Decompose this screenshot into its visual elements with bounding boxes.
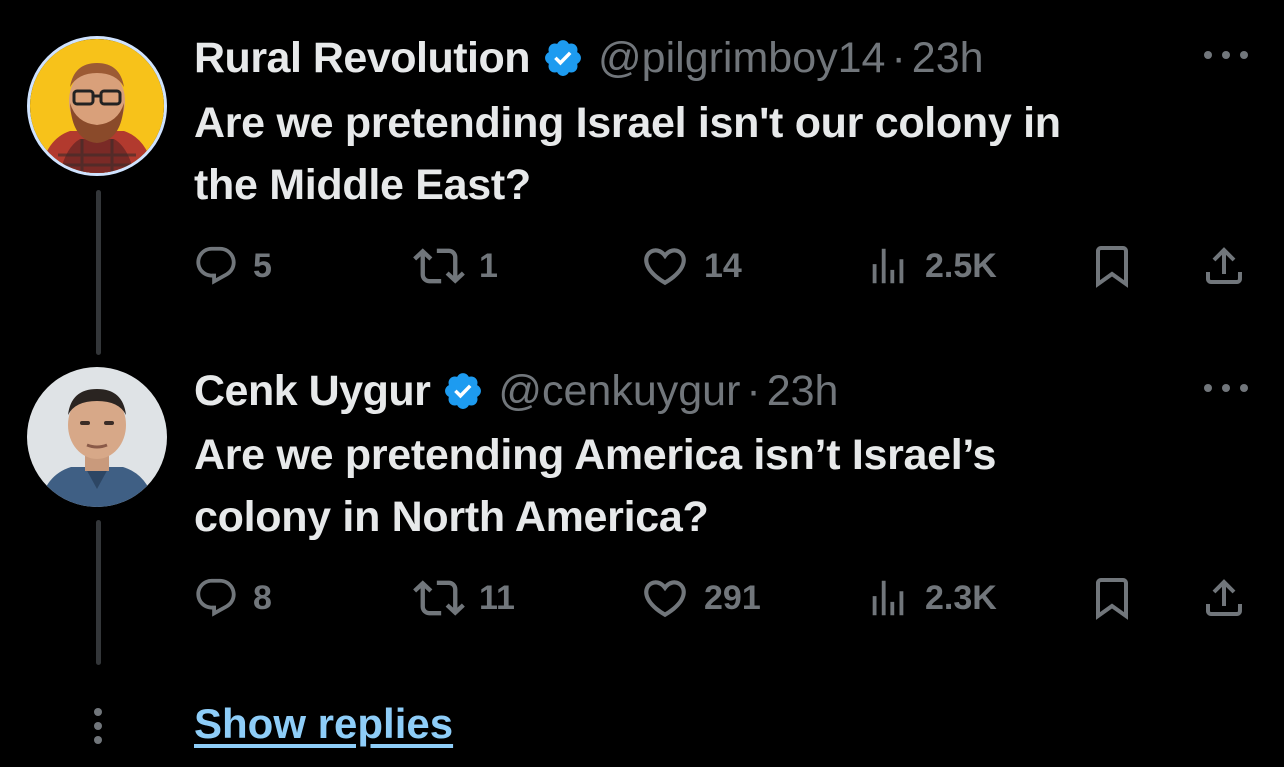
like-button[interactable]: 14: [640, 236, 742, 296]
avatar[interactable]: [27, 367, 167, 507]
separator-dot: ·: [746, 367, 761, 415]
like-button[interactable]: 291: [640, 568, 761, 628]
like-count: 14: [704, 246, 742, 285]
views-count: 2.5K: [925, 246, 997, 285]
verified-badge-icon: [442, 370, 484, 412]
bookmark-icon: [1096, 246, 1128, 288]
retweet-button[interactable]: 11: [413, 568, 515, 628]
show-replies-link[interactable]: Show replies: [194, 700, 453, 748]
author-name[interactable]: Cenk Uygur: [194, 363, 431, 419]
views-button[interactable]: 2.5K: [865, 236, 997, 296]
share-icon: [1206, 579, 1242, 616]
action-bar: 5 1 14 2.5K: [0, 236, 1284, 296]
retweet-count: 11: [479, 578, 515, 617]
tweet[interactable]: Cenk Uygur @cenkuygur · 23h Are we prete…: [0, 355, 1284, 675]
avatar-image: [27, 367, 167, 507]
verified-badge-icon: [542, 37, 584, 79]
like-count: 291: [704, 578, 761, 617]
retweet-icon: [413, 248, 465, 284]
bookmark-button[interactable]: [1088, 568, 1136, 628]
reply-button[interactable]: 8: [193, 568, 272, 628]
timestamp[interactable]: 23h: [912, 30, 984, 86]
reply-icon: [196, 578, 236, 617]
reply-button[interactable]: 5: [193, 236, 272, 296]
action-bar: 8 11 291 2.3K: [0, 568, 1284, 628]
tweet-text-line: colony in North America?: [194, 493, 709, 541]
more-icon[interactable]: [1204, 373, 1248, 403]
reply-count: 8: [253, 578, 272, 617]
separator-dot: ·: [891, 34, 906, 82]
avatar[interactable]: [27, 36, 167, 176]
more-icon[interactable]: [1204, 40, 1248, 70]
tweet-header: Cenk Uygur @cenkuygur · 23h: [194, 363, 838, 419]
tweet-text-line: Are we pretending America isn’t Israel’s: [194, 431, 997, 479]
retweet-button[interactable]: 1: [413, 236, 498, 296]
retweet-icon: [413, 580, 465, 616]
share-icon: [1206, 247, 1242, 284]
views-icon: [872, 248, 904, 284]
tweet[interactable]: Rural Revolution @pilgrimboy14 · 23h Are…: [0, 0, 1284, 355]
tweet-text-line: Are we pretending Israel isn't our colon…: [194, 99, 1061, 147]
share-button[interactable]: [1200, 568, 1248, 628]
reply-icon: [196, 246, 236, 285]
reply-count: 5: [253, 246, 272, 285]
tweet-text-line: the Middle East?: [194, 161, 531, 209]
author-handle[interactable]: @cenkuygur: [498, 363, 740, 419]
retweet-count: 1: [479, 246, 498, 285]
tweet-text: Are we pretending Israel isn't our colon…: [194, 92, 1224, 216]
avatar-image: [30, 39, 164, 173]
author-handle[interactable]: @pilgrimboy14: [598, 30, 885, 86]
like-icon: [644, 248, 686, 286]
views-count: 2.3K: [925, 578, 997, 617]
bookmark-button[interactable]: [1088, 236, 1136, 296]
tweet-header: Rural Revolution @pilgrimboy14 · 23h: [194, 30, 984, 86]
tweet-text: Are we pretending America isn’t Israel’s…: [194, 424, 1224, 548]
share-button[interactable]: [1200, 236, 1248, 296]
views-icon: [872, 580, 904, 616]
like-icon: [644, 580, 686, 618]
views-button[interactable]: 2.3K: [865, 568, 997, 628]
thread-dots-icon: [92, 708, 104, 744]
author-name[interactable]: Rural Revolution: [194, 30, 531, 86]
timestamp[interactable]: 23h: [767, 363, 839, 419]
bookmark-icon: [1096, 578, 1128, 620]
